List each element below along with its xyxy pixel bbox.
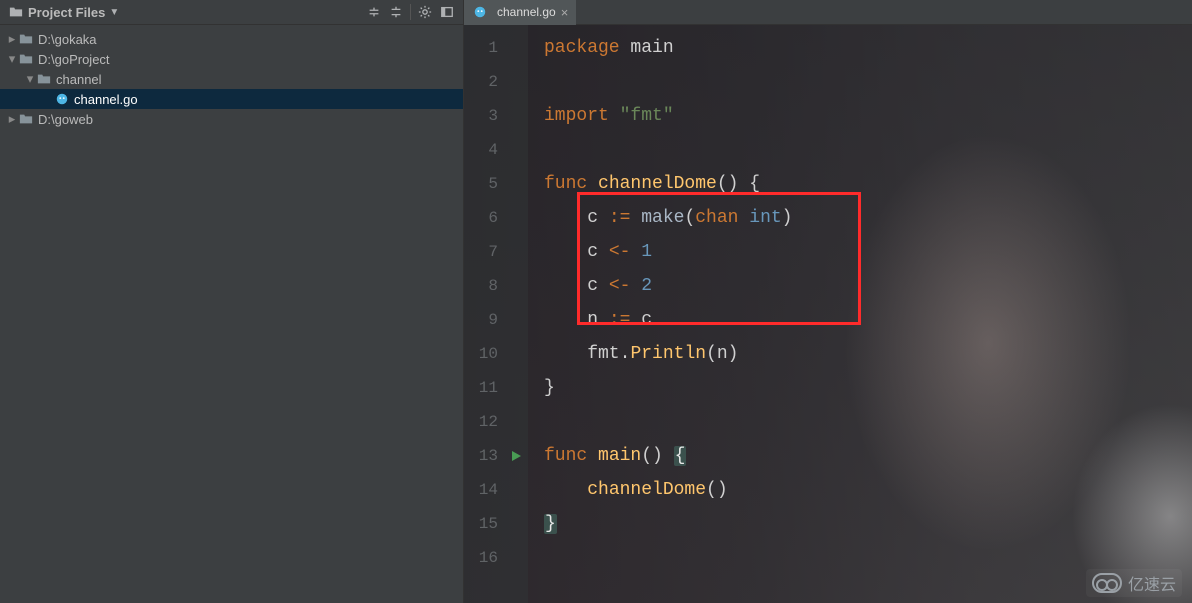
go-file-icon xyxy=(54,91,70,107)
gutter-cell xyxy=(504,541,528,575)
watermark-icon xyxy=(1092,573,1122,593)
gutter-cell xyxy=(504,167,528,201)
code-line[interactable]: } xyxy=(544,507,1192,541)
gutter-cell xyxy=(504,31,528,65)
tree-item-label: D:\gokaka xyxy=(38,32,97,47)
file-tab-label: channel.go xyxy=(497,5,556,19)
collapse-all-icon[interactable] xyxy=(366,4,382,20)
code-line[interactable]: func channelDome() { xyxy=(544,167,1192,201)
code-editor[interactable]: 12345678910111213141516 package mainimpo… xyxy=(464,25,1192,603)
chevron-right-icon[interactable]: ▸ xyxy=(6,31,18,47)
hide-panel-icon[interactable] xyxy=(439,4,455,20)
folder-icon xyxy=(18,31,34,47)
line-number: 9 xyxy=(464,303,504,337)
line-number: 8 xyxy=(464,269,504,303)
code-line[interactable]: import "fmt" xyxy=(544,99,1192,133)
gutter-cell xyxy=(504,99,528,133)
chevron-down-icon[interactable]: ▾ xyxy=(6,51,18,67)
gear-icon[interactable] xyxy=(417,4,433,20)
line-number: 12 xyxy=(464,405,504,439)
gutter-cell xyxy=(504,235,528,269)
line-number: 2 xyxy=(464,65,504,99)
code-line[interactable] xyxy=(544,133,1192,167)
project-panel: Project Files ▼ ▸D:\gokaka▾D:\goProject▾… xyxy=(0,0,464,603)
line-number: 4 xyxy=(464,133,504,167)
gutter-cell xyxy=(504,337,528,371)
gutter-cell xyxy=(504,65,528,99)
project-panel-title[interactable]: Project Files ▼ xyxy=(8,4,119,20)
code-line[interactable]: } xyxy=(544,371,1192,405)
gutter-cell xyxy=(504,269,528,303)
line-number: 16 xyxy=(464,541,504,575)
code-line[interactable]: channelDome() xyxy=(544,473,1192,507)
gutter-cell xyxy=(504,303,528,337)
editor-gutter: 12345678910111213141516 xyxy=(464,25,528,603)
chevron-down-icon: ▼ xyxy=(109,7,119,18)
gutter-cell xyxy=(504,371,528,405)
code-line[interactable]: c <- 2 xyxy=(544,269,1192,303)
code-line[interactable]: fmt.Println(n) xyxy=(544,337,1192,371)
tree-folder[interactable]: ▾ channel xyxy=(0,69,463,89)
tree-folder[interactable]: ▸ D:\goweb xyxy=(0,109,463,129)
project-tree[interactable]: ▸D:\gokaka▾D:\goProject▾channelchannel.g… xyxy=(0,25,463,133)
chevron-right-icon[interactable]: ▸ xyxy=(6,111,18,127)
tree-item-label: D:\goProject xyxy=(38,52,110,67)
code-line[interactable]: n := c xyxy=(544,303,1192,337)
project-panel-header: Project Files ▼ xyxy=(0,0,463,25)
file-tab-channel-go[interactable]: channel.go × xyxy=(464,0,576,25)
line-number: 13 xyxy=(464,439,504,473)
line-number: 10 xyxy=(464,337,504,371)
editor-tab-bar: channel.go × xyxy=(464,0,1192,25)
gutter-cell xyxy=(504,507,528,541)
editor-panel: channel.go × 12345678910111213141516 pac… xyxy=(464,0,1192,603)
line-number: 5 xyxy=(464,167,504,201)
line-number: 14 xyxy=(464,473,504,507)
project-panel-title-text: Project Files xyxy=(28,5,105,20)
tree-item-label: D:\goweb xyxy=(38,112,93,127)
code-line[interactable] xyxy=(544,405,1192,439)
line-number: 15 xyxy=(464,507,504,541)
watermark: 亿速云 xyxy=(1086,569,1182,597)
tree-folder[interactable]: ▸ D:\gokaka xyxy=(0,29,463,49)
code-line[interactable]: c := make(chan int) xyxy=(544,201,1192,235)
gutter-cell xyxy=(504,133,528,167)
chevron-down-icon[interactable]: ▾ xyxy=(24,71,36,87)
line-number: 7 xyxy=(464,235,504,269)
gutter-cell xyxy=(504,201,528,235)
tree-file[interactable]: channel.go xyxy=(0,89,463,109)
gutter-cell xyxy=(504,405,528,439)
folder-icon xyxy=(18,111,34,127)
line-number: 3 xyxy=(464,99,504,133)
gutter-cell xyxy=(504,473,528,507)
go-file-icon xyxy=(472,4,488,20)
code-area[interactable]: package main import "fmt" func channelDome… xyxy=(528,25,1192,603)
line-number: 11 xyxy=(464,371,504,405)
expand-all-icon[interactable] xyxy=(388,4,404,20)
line-number: 1 xyxy=(464,31,504,65)
separator xyxy=(410,4,411,20)
code-line[interactable] xyxy=(544,65,1192,99)
run-gutter-icon[interactable] xyxy=(504,439,528,473)
watermark-text: 亿速云 xyxy=(1128,571,1176,595)
tree-folder[interactable]: ▾ D:\goProject xyxy=(0,49,463,69)
code-line[interactable]: package main xyxy=(544,31,1192,65)
close-icon[interactable]: × xyxy=(561,5,569,20)
tree-item-label: channel.go xyxy=(74,92,138,107)
line-number: 6 xyxy=(464,201,504,235)
tree-item-label: channel xyxy=(56,72,102,87)
code-line[interactable]: func main() { xyxy=(544,439,1192,473)
folder-icon xyxy=(18,51,34,67)
folder-icon xyxy=(36,71,52,87)
code-line[interactable]: c <- 1 xyxy=(544,235,1192,269)
folder-icon xyxy=(8,4,24,20)
